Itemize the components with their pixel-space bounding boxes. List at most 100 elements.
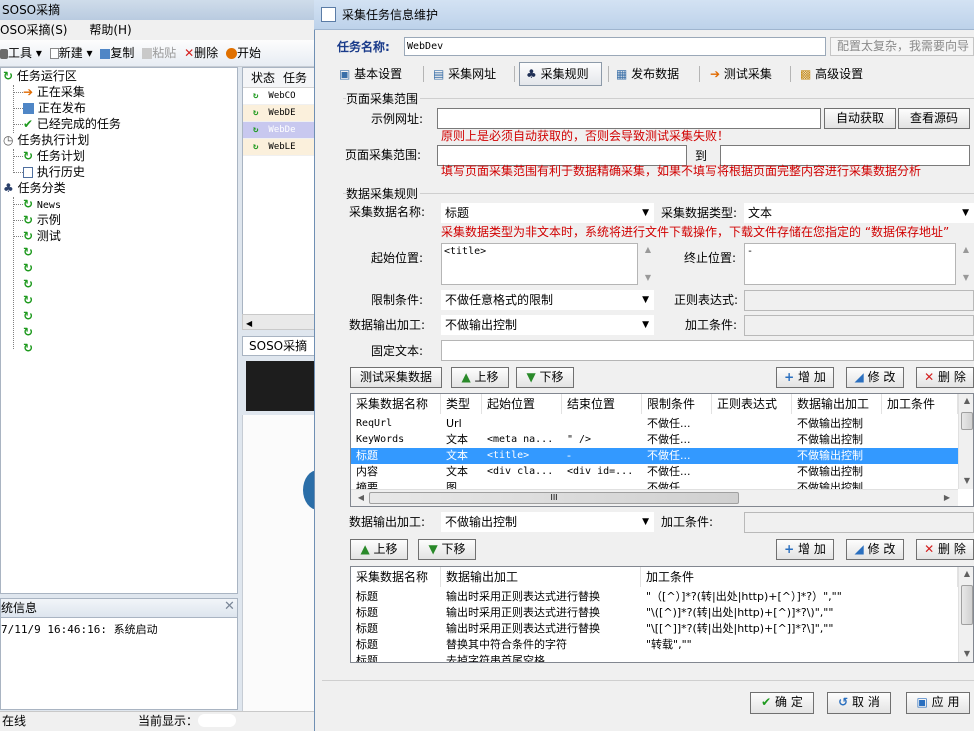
move-down-button[interactable]: ▼ 下移	[516, 367, 574, 388]
data-name-select[interactable]: 标题 ▼	[441, 203, 654, 223]
auto-get-button[interactable]: 自动获取	[824, 108, 896, 129]
rules-grid-hscroll[interactable]: ◀ III ▶	[351, 489, 958, 506]
check-icon: ✔	[761, 695, 772, 709]
column-header[interactable]: 采集数据名称	[351, 567, 441, 587]
start-pos-scrollbar[interactable]: ▲ ▼	[640, 243, 656, 285]
tab-advanced[interactable]: ▩ 高级设置	[800, 62, 863, 86]
tree-collecting[interactable]: ➔ 正在采集	[23, 84, 85, 100]
tab-soso[interactable]: SOSO采摘	[242, 336, 317, 356]
task-row[interactable]: ↻ WebCO	[243, 88, 316, 105]
tree-run-area[interactable]: ↻ 任务运行区	[3, 68, 77, 84]
scroll-thumb[interactable]: III	[369, 492, 739, 504]
cond-input-2[interactable]	[744, 512, 974, 533]
tree-category[interactable]: ♣ 任务分类	[3, 180, 66, 196]
test-collect-button[interactable]: 测试采集数据	[350, 367, 442, 388]
tab-basic[interactable]: ▣ 基本设置	[339, 62, 402, 86]
output-grid-row[interactable]: 标题 输出时采用正则表达式进行替换 "\[[^]]*?(转|出处|http)+[^]…	[351, 621, 958, 637]
task-list-scrollbar[interactable]: ◀	[242, 314, 317, 330]
add-button-2[interactable]: + 增 加	[776, 539, 834, 560]
data-type-select[interactable]: 文本 ▼	[744, 203, 974, 223]
task-row[interactable]: ↻ WebLE	[243, 139, 316, 156]
output-grid-row[interactable]: 标题 替换其中符合条件的字符 "转载",""	[351, 637, 958, 653]
rules-grid-vscroll[interactable]: ▲ ▼	[958, 394, 973, 489]
new-button[interactable]: 新建 ▾	[49, 40, 93, 67]
column-header[interactable]: 限制条件	[642, 394, 712, 414]
end-pos-input[interactable]: -	[744, 243, 956, 285]
tab-rules[interactable]: ♣ 采集规则	[519, 62, 602, 86]
paste-button[interactable]: 粘贴	[142, 40, 176, 67]
copy-button[interactable]: 复制	[100, 40, 134, 67]
column-header[interactable]: 数据输出加工	[441, 567, 641, 587]
move-down-button-2[interactable]: ▼ 下移	[418, 539, 476, 560]
apply-button[interactable]: ▣ 应 用	[906, 692, 970, 714]
column-header[interactable]: 加工条件	[882, 394, 958, 414]
sample-url-input[interactable]	[437, 108, 821, 129]
ok-button[interactable]: ✔ 确 定	[750, 692, 814, 714]
scroll-thumb[interactable]	[961, 412, 973, 430]
delete-rule-button[interactable]: ✕ 删 除	[916, 367, 974, 388]
task-name-input[interactable]: WebDev	[404, 37, 826, 56]
move-up-button-2[interactable]: ▲ 上移	[350, 539, 408, 560]
output-grid-row[interactable]: 标题 去掉字符串首尾空格	[351, 653, 958, 662]
column-header[interactable]: 起始位置	[482, 394, 562, 414]
scroll-up-icon[interactable]: ▲	[959, 396, 973, 405]
output-grid-row[interactable]: 标题 输出时采用正则表达式进行替换 "\([^)]*?(转|出处|http)+[^)…	[351, 605, 958, 621]
end-pos-scrollbar[interactable]: ▲ ▼	[958, 243, 974, 285]
rules-grid-cell: <div cla...	[487, 466, 554, 477]
scroll-down-icon[interactable]: ▼	[959, 649, 973, 658]
rules-grid-row[interactable]: KeyWords 文本 <meta na... " /> 不做任... 不做输出控制	[351, 432, 958, 448]
output-grid-cell: "\([^)]*?(转|出处|http)+[^)]*?\)",""	[646, 606, 834, 619]
column-header[interactable]: 结束位置	[562, 394, 642, 414]
column-header[interactable]: 加工条件	[641, 567, 958, 587]
cancel-button[interactable]: ↺ 取 消	[827, 692, 891, 714]
rules-grid-row[interactable]: 内容 文本 <div cla... <div id=... 不做任... 不做输出控制	[351, 464, 958, 480]
rules-grid-row[interactable]: 标题 文本 <title> - 不做任... 不做输出控制	[351, 448, 958, 464]
column-header[interactable]: 采集数据名称	[351, 394, 441, 414]
delete-rule-button-2[interactable]: ✕ 删 除	[916, 539, 974, 560]
start-button[interactable]: 开始	[225, 40, 261, 67]
scroll-thumb[interactable]	[961, 585, 973, 625]
start-pos-input[interactable]: <title>	[441, 243, 638, 285]
move-up-button[interactable]: ▲ 上移	[451, 367, 509, 388]
output-grid-row[interactable]: 标题 输出时采用正则表达式进行替换 "（[^）]*?(转|出处|http)+[^）]…	[351, 589, 958, 605]
add-button[interactable]: + 增 加	[776, 367, 834, 388]
column-header[interactable]: 类型	[441, 394, 482, 414]
rules-grid-row[interactable]: ReqUrl Url 不做任... 不做输出控制	[351, 416, 958, 432]
scroll-right-icon[interactable]: ▶	[939, 493, 955, 502]
tab-test[interactable]: ➔ 测试采集	[710, 62, 772, 86]
tree-history[interactable]: 执行历史	[23, 164, 85, 180]
fixed-text-input[interactable]	[441, 340, 974, 361]
output-select-2[interactable]: 不做输出控制 ▼	[441, 512, 654, 532]
wizard-button[interactable]: 配置太复杂，我需要向导	[830, 37, 974, 56]
cond-input[interactable]	[744, 315, 974, 336]
output-select[interactable]: 不做输出控制 ▼	[441, 315, 654, 335]
edit-button[interactable]: ◢ 修 改	[846, 367, 904, 388]
edit-button-2[interactable]: ◢ 修 改	[846, 539, 904, 560]
output-grid-cell: "\[[^]]*?(转|出处|http)+[^]]*?\]",""	[646, 622, 834, 635]
limit-select[interactable]: 不做任意格式的限制 ▼	[441, 290, 654, 310]
tree-plan[interactable]: ◷ 任务执行计划	[3, 132, 89, 148]
close-icon[interactable]: ✕	[224, 599, 235, 614]
tree-publishing[interactable]: 正在发布	[23, 100, 86, 116]
tab-publish[interactable]: ▦ 发布数据	[616, 62, 679, 86]
tree-cat-news[interactable]: ↻ News	[23, 196, 61, 212]
tree-cat-sample[interactable]: ↻ 示例	[23, 212, 61, 228]
task-row[interactable]: ↻ WebDE	[243, 105, 316, 122]
tab-urls[interactable]: ▤ 采集网址	[433, 62, 496, 86]
menu-help[interactable]: 帮助(H)	[89, 23, 131, 37]
tree-completed[interactable]: ✔ 已经完成的任务	[23, 116, 121, 132]
delete-button[interactable]: ✕删除	[184, 40, 218, 67]
scroll-left-icon[interactable]: ◀	[353, 493, 369, 502]
tree-cat-test[interactable]: ↻ 测试	[23, 228, 61, 244]
regex-input[interactable]	[744, 290, 974, 311]
tree-task-plan[interactable]: ↻ 任务计划	[23, 148, 85, 164]
scroll-down-icon[interactable]: ▼	[959, 476, 973, 485]
column-header[interactable]: 正则表达式	[712, 394, 792, 414]
tools-button[interactable]: 工具 ▾	[0, 40, 42, 67]
output-grid-vscroll[interactable]: ▲ ▼	[958, 567, 973, 662]
task-row[interactable]: ↻ WebDe	[243, 122, 316, 139]
menu-soso[interactable]: OSO采摘(S)	[0, 23, 68, 37]
view-source-button[interactable]: 查看源码	[898, 108, 970, 129]
scroll-up-icon[interactable]: ▲	[959, 569, 973, 578]
column-header[interactable]: 数据输出加工	[792, 394, 882, 414]
